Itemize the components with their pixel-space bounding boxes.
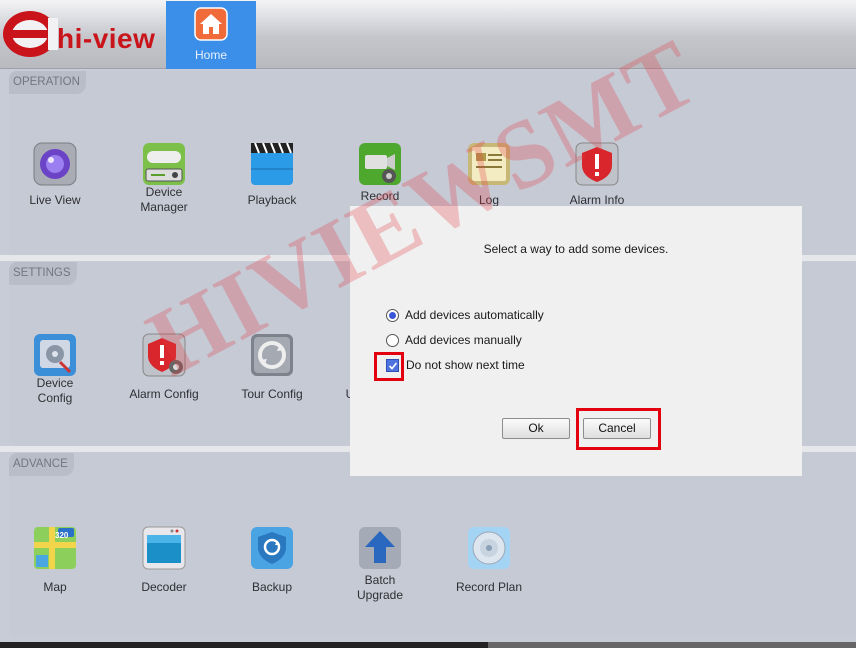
playback-icon — [251, 142, 293, 185]
logo-text: hi-view — [57, 23, 156, 54]
alarm-config-button[interactable]: Alarm Config — [114, 332, 214, 402]
device-manager-button[interactable]: Device Manager — [114, 141, 214, 215]
batch-upgrade-button[interactable]: Batch Upgrade — [330, 525, 430, 603]
tab-home[interactable]: Home — [166, 1, 256, 69]
tile-label: Map — [43, 580, 67, 594]
dont-show-label: Do not show next time — [406, 358, 525, 372]
tile-label: Batch Upgrade — [356, 573, 404, 602]
tile-label: Playback — [247, 193, 297, 207]
add-manually-option[interactable]: Add devices manually — [386, 332, 522, 348]
dialog-message: Select a way to add some devices. — [483, 242, 669, 256]
tile-label: Live View — [29, 193, 81, 207]
tile-label: Decoder — [141, 580, 187, 594]
logo-mark-icon — [3, 11, 58, 57]
dont-show-option[interactable]: Do not show next time — [386, 357, 525, 373]
tile-label: Device Manager — [140, 185, 188, 214]
hi-view-logo: hi-view — [0, 8, 168, 60]
bottom-bar-segment — [488, 642, 856, 648]
bottom-bar — [0, 642, 856, 648]
live-view-button[interactable]: Live View — [5, 141, 105, 208]
record-button[interactable]: Record — [330, 141, 430, 204]
decoder-icon — [142, 526, 186, 570]
tile-label: Alarm Config — [129, 387, 199, 401]
record-plan-button[interactable]: Record Plan — [439, 525, 539, 595]
manual-option-label: Add devices manually — [405, 333, 522, 347]
device-manager-icon — [143, 143, 185, 185]
record-config-icon — [359, 143, 401, 185]
batch-upgrade-icon — [359, 527, 401, 569]
alarm-config-icon — [142, 333, 186, 377]
device-config-button[interactable]: Device Config — [5, 332, 105, 406]
manual-radio[interactable] — [386, 333, 399, 347]
tile-label: Backup — [251, 580, 293, 594]
live-view-icon — [33, 142, 77, 186]
tile-label: Device Config — [36, 376, 74, 405]
decoder-button[interactable]: Decoder — [114, 525, 214, 595]
home-icon — [194, 7, 228, 41]
log-icon — [468, 143, 510, 185]
home-tab-label: Home — [194, 48, 227, 62]
advance-section-label: ADVANCE — [9, 453, 74, 476]
auto-option-label: Add devices automatically — [405, 308, 544, 322]
alarm-info-icon — [575, 142, 619, 186]
checkbox-highlight — [374, 352, 404, 381]
device-config-icon — [34, 334, 76, 376]
backup-button[interactable]: Backup — [222, 525, 322, 595]
operation-section-label: OPERATION — [9, 71, 86, 94]
backup-icon — [251, 527, 293, 569]
settings-section-label: SETTINGS — [9, 262, 77, 285]
tile-label: Record — [360, 189, 400, 203]
log-button[interactable]: Log — [439, 141, 539, 208]
cancel-highlight — [576, 408, 661, 450]
record-plan-icon — [468, 527, 510, 569]
auto-radio[interactable] — [386, 308, 399, 322]
map-badge: 320 — [55, 531, 69, 540]
playback-button[interactable]: Playback — [222, 141, 322, 208]
advance-panel: ADVANCE Map Decoder Backup Batch Upgrade… — [9, 453, 856, 637]
add-automatically-option[interactable]: Add devices automatically — [386, 307, 544, 323]
ok-button[interactable]: Ok — [502, 418, 570, 439]
tile-label: Record Plan — [455, 580, 523, 594]
alarm-info-button[interactable]: Alarm Info — [547, 141, 647, 208]
tour-config-icon — [251, 334, 293, 376]
top-header: hi-view Home — [0, 0, 856, 69]
